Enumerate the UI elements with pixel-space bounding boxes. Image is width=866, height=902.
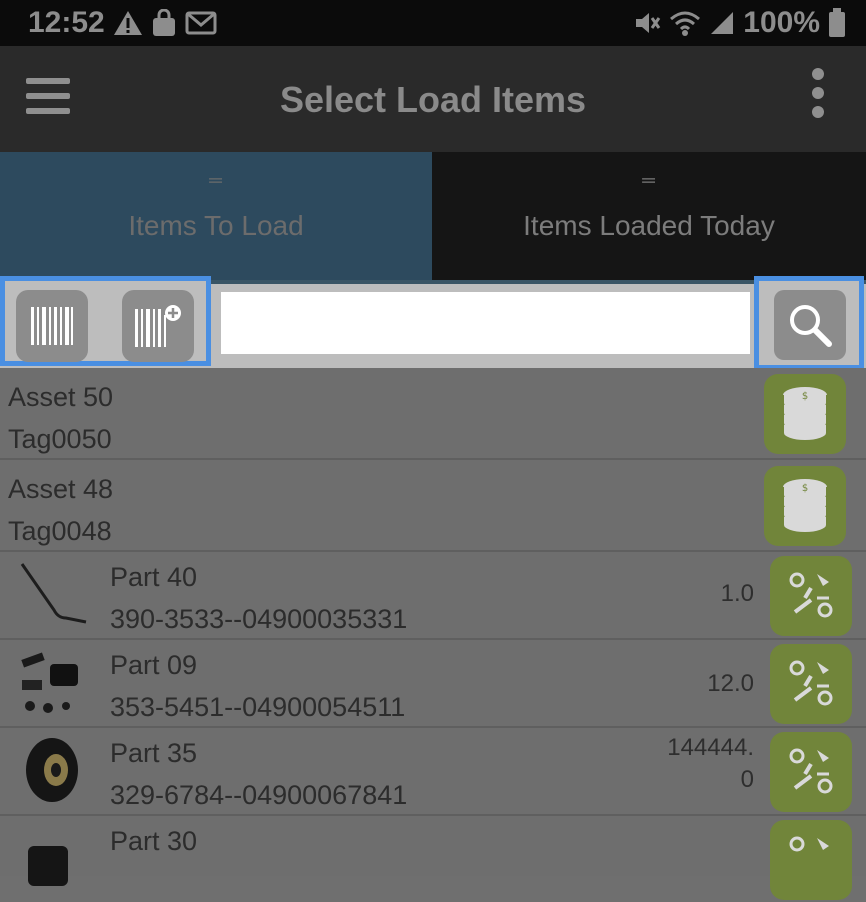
shopping-bag-icon (152, 9, 175, 36)
coin-stack-icon: $ (782, 479, 828, 534)
tools-icon (789, 748, 833, 794)
battery-level: 100% (743, 6, 820, 39)
item-number: 329-6784--04900067841 (110, 780, 408, 810)
item-number: 353-5451--04900054511 (110, 692, 406, 722)
part-type-button[interactable] (770, 820, 852, 900)
status-right: 100% (633, 6, 846, 40)
list-item[interactable]: Part 35 329-6784--04900067841 144444. 0 (0, 728, 866, 816)
tab-bar: ═ Items To Load ═ Items Loaded Today (0, 152, 866, 280)
warning-icon (113, 11, 142, 35)
list-item[interactable]: Asset 48 Tag0048 $ (0, 460, 866, 552)
wifi-icon (670, 11, 701, 36)
svg-text:$: $ (802, 391, 808, 402)
app-bar: Select Load Items (0, 46, 866, 152)
item-name: Asset 50 (8, 382, 114, 412)
tab-label: Items To Load (128, 210, 304, 241)
list-item[interactable]: Part 30 (0, 816, 866, 900)
status-left: 12:52 (28, 6, 217, 40)
part-thumbnail (28, 846, 68, 886)
gmail-icon (185, 11, 217, 35)
item-name: Part 09 (110, 650, 198, 680)
tab-label: Items Loaded Today (523, 210, 775, 241)
item-name: Part 40 (110, 562, 198, 592)
asset-type-button[interactable]: $ (764, 466, 846, 546)
list-item[interactable]: Part 09 353-5451--04900054511 12.0 (0, 640, 866, 728)
list-item[interactable]: Asset 50 Tag0050 $ (0, 368, 866, 460)
item-quantity: 1.0 (720, 580, 754, 607)
part-type-button[interactable] (770, 556, 852, 636)
item-quantity: 144444. 0 (667, 732, 754, 796)
load-items-list: Asset 50 Tag0050 $ Asset 48 Tag0048 $ Pa… (0, 368, 866, 900)
search-button[interactable] (774, 290, 846, 360)
tools-icon (789, 836, 829, 852)
tab-grip-icon: ═ (642, 170, 656, 190)
item-quantity-line2: 0 (740, 766, 754, 793)
small-parts-thumbnail (21, 652, 78, 713)
part-type-button[interactable] (770, 644, 852, 724)
page-title: Select Load Items (279, 79, 587, 120)
tab-items-loaded-today[interactable]: ═ Items Loaded Today (432, 152, 866, 280)
search-input[interactable] (221, 292, 750, 354)
part-type-button[interactable] (770, 732, 852, 812)
item-tag: Tag0048 (8, 516, 112, 546)
tab-items-to-load[interactable]: ═ Items To Load (0, 152, 432, 280)
scan-add-barcode-button[interactable] (122, 290, 194, 362)
wheel-thumbnail (26, 738, 78, 802)
svg-text:$: $ (802, 483, 808, 494)
item-name: Part 30 (110, 826, 198, 856)
item-name: Asset 48 (8, 474, 114, 504)
status-time: 12:52 (28, 6, 105, 39)
barcode-add-icon (135, 305, 181, 347)
tab-grip-icon: ═ (209, 170, 223, 190)
coin-stack-icon: $ (782, 387, 828, 442)
tools-icon (789, 660, 833, 706)
list-item[interactable]: Part 40 390-3533--04900035331 1.0 (0, 552, 866, 640)
mute-icon (636, 13, 661, 33)
bent-rod-thumbnail (20, 563, 87, 624)
scan-barcode-button[interactable] (16, 290, 88, 362)
barcode-icon (31, 307, 73, 345)
item-quantity-line1: 144444. (667, 734, 754, 761)
battery-icon (829, 8, 845, 37)
item-number: 390-3533--04900035331 (110, 604, 408, 634)
more-vert-icon[interactable] (812, 68, 826, 120)
status-bar: 12:52 100% (0, 0, 866, 46)
item-quantity: 12.0 (707, 670, 754, 697)
asset-type-button[interactable]: $ (764, 374, 846, 454)
signal-icon (711, 12, 734, 34)
item-name: Part 35 (110, 738, 198, 768)
item-tag: Tag0050 (8, 424, 112, 454)
tools-icon (789, 572, 833, 618)
magnifier-icon (790, 305, 832, 347)
